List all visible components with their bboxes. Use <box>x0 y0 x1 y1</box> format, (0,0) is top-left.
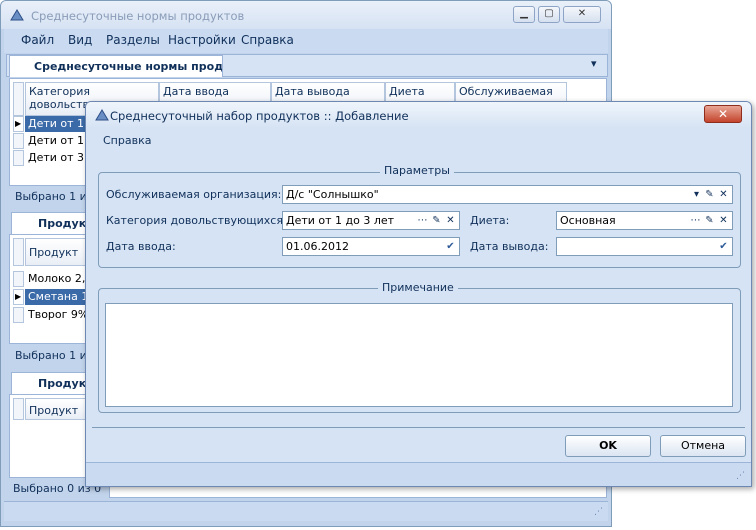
tab-products-2[interactable]: Продукты <box>11 372 102 394</box>
date-out-field[interactable] <box>556 237 733 256</box>
dialog-close-button[interactable]: ✕ <box>704 105 742 123</box>
edit-icon[interactable]: ✎ <box>703 213 716 228</box>
note-textarea[interactable] <box>105 303 733 407</box>
chevron-down-icon[interactable]: ▾ <box>591 57 597 70</box>
clear-icon[interactable]: ✕ <box>444 213 457 228</box>
row-indicator-current: ▶ <box>13 116 24 132</box>
chevron-down-icon[interactable]: ▾ <box>690 187 703 202</box>
clear-icon[interactable]: ✕ <box>717 187 730 202</box>
edit-icon[interactable]: ✎ <box>703 187 716 202</box>
row-indicator <box>13 307 24 323</box>
category-label: Категория довольствующихся: <box>106 214 287 227</box>
main-status-bar: ⋰ <box>4 501 608 521</box>
resize-grip-icon[interactable]: ⋰ <box>594 507 603 517</box>
grid-header-indicator <box>13 398 24 420</box>
app-icon <box>10 9 24 21</box>
maximize-button[interactable]: ▢ <box>538 6 560 23</box>
category-value: Дети от 1 до 3 лет <box>286 214 395 227</box>
more-icon[interactable]: ⋯ <box>689 213 702 228</box>
menu-help[interactable]: Справка <box>241 33 294 47</box>
dialog-menu-help[interactable]: Справка <box>103 134 151 147</box>
row-indicator <box>13 150 24 166</box>
document-tab[interactable]: Среднесуточные нормы прод... <box>9 55 223 77</box>
dialog-status-bar: ⋰ <box>86 462 751 486</box>
column-header-product-2[interactable]: Продукт <box>25 398 87 420</box>
row-indicator <box>13 271 24 287</box>
status-selected-2: Выбрано 1 из <box>15 349 93 362</box>
note-group-title: Примечание <box>378 281 458 294</box>
minimize-button[interactable]: ▁ <box>513 6 535 23</box>
main-window-title: Среднесуточные нормы продуктов <box>31 9 245 23</box>
more-icon[interactable]: ⋯ <box>416 213 429 228</box>
main-close-button[interactable]: ✕ <box>563 6 601 23</box>
date-in-field[interactable]: 01.06.2012 <box>282 237 460 256</box>
dialog-title-bar[interactable]: Среднесуточный набор продуктов :: Добавл… <box>86 102 751 128</box>
menu-sections[interactable]: Разделы <box>106 33 160 47</box>
row-indicator-current: ▶ <box>13 289 24 305</box>
menu-file[interactable]: Файл <box>21 33 54 47</box>
resize-grip-icon[interactable]: ⋰ <box>736 471 745 481</box>
column-header-product[interactable]: Продукт <box>25 238 87 266</box>
list-item[interactable]: Творог 9% <box>28 308 88 321</box>
org-select[interactable]: Д/с "Солнышко" <box>282 185 733 204</box>
calendar-dropdown-icon[interactable]: ✔ <box>717 239 730 254</box>
tab-products-1[interactable]: Продукты <box>11 212 102 234</box>
list-item[interactable]: Молоко 2,5 <box>28 272 92 285</box>
edit-icon[interactable]: ✎ <box>430 213 443 228</box>
menu-view[interactable]: Вид <box>68 33 92 47</box>
date-in-value: 01.06.2012 <box>286 240 349 253</box>
calendar-dropdown-icon[interactable]: ✔ <box>444 239 457 254</box>
grid-header-indicator <box>13 238 24 266</box>
org-value: Д/с "Солнышко" <box>286 188 379 201</box>
add-dialog: Среднесуточный набор продуктов :: Добавл… <box>85 101 752 487</box>
menu-settings[interactable]: Настройки <box>168 33 236 47</box>
main-title-bar[interactable]: Среднесуточные нормы продуктов ▁ ▢ ✕ <box>1 1 611 29</box>
app-icon <box>95 109 109 121</box>
status-selected-1: Выбрано 1 из <box>15 190 93 203</box>
org-label: Обслуживаемая организация: <box>106 188 282 201</box>
date-out-label: Дата вывода: <box>470 240 549 253</box>
divider <box>92 427 745 428</box>
diet-value: Основная <box>560 214 616 227</box>
grid-header-indicator <box>13 82 24 116</box>
dialog-title: Среднесуточный набор продуктов :: Добавл… <box>110 109 409 123</box>
cancel-button[interactable]: Отмена <box>660 435 746 457</box>
params-group-title: Параметры <box>380 164 454 177</box>
row-indicator <box>13 133 24 149</box>
clear-icon[interactable]: ✕ <box>717 213 730 228</box>
diet-label: Диета: <box>470 214 510 227</box>
date-in-label: Дата ввода: <box>106 240 176 253</box>
ok-button[interactable]: OK <box>565 435 651 457</box>
main-menu-bar: Файл Вид Разделы Настройки Справка <box>4 29 608 53</box>
